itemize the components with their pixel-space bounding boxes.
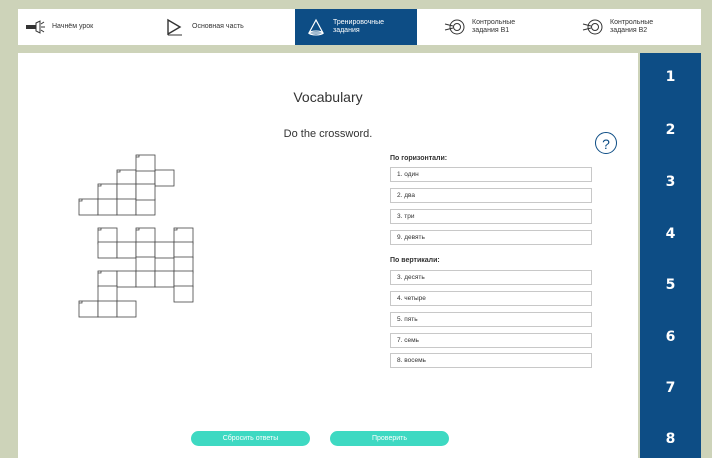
task-number-6[interactable]: 6	[640, 329, 701, 345]
crossword-cell[interactable]	[116, 300, 137, 318]
crossword-cell[interactable]	[116, 198, 137, 216]
check-button[interactable]: Проверить	[330, 431, 449, 446]
tab-label: Основная часть	[192, 23, 244, 30]
down-heading: По вертикали:	[390, 257, 440, 264]
tab-main-part[interactable]: Основная часть	[164, 9, 284, 45]
crossword-cell[interactable]	[116, 270, 137, 288]
task-number-sidebar: 1 2 3 4 5 6 7 8	[640, 53, 701, 458]
tab-label: Тренировочные задания	[333, 19, 385, 34]
clue-across-3[interactable]: 3. три	[390, 209, 592, 224]
tab-control-b1[interactable]: Контрольные задания В1	[444, 9, 564, 45]
crossword-cell[interactable]	[173, 285, 194, 303]
crossword-cell[interactable]	[135, 241, 156, 259]
clue-across-2[interactable]: 2. два	[390, 188, 592, 203]
crossword-cell[interactable]	[135, 183, 156, 201]
task-number-8[interactable]: 8	[640, 431, 701, 447]
crossword-cell[interactable]	[97, 285, 118, 303]
crossword-cell[interactable]	[116, 183, 137, 201]
task-number-3[interactable]: 3	[640, 174, 701, 190]
crossword-cell[interactable]	[154, 270, 175, 288]
clue-down-7[interactable]: 7. семь	[390, 333, 592, 348]
across-heading: По горизонтали:	[390, 155, 448, 162]
cone-icon	[307, 18, 325, 36]
crossword-cell[interactable]	[135, 198, 156, 216]
reset-answers-button[interactable]: Сбросить ответы	[191, 431, 310, 446]
crossword-cell[interactable]	[97, 300, 118, 318]
exercise-panel: Vocabulary Do the crossword. ? По горизо…	[18, 53, 638, 458]
flashlight-icon	[26, 20, 45, 34]
tab-label: Контрольные задания В2	[610, 19, 654, 34]
task-number-7[interactable]: 7	[640, 380, 701, 396]
crossword-cell[interactable]	[135, 270, 156, 288]
clue-across-9[interactable]: 9. девять	[390, 230, 592, 245]
task-number-1[interactable]: 1	[640, 69, 701, 85]
crossword-cell[interactable]	[173, 241, 194, 259]
crossword-cell[interactable]	[116, 241, 137, 259]
crossword-cell[interactable]	[154, 241, 175, 259]
target-icon	[444, 19, 465, 35]
clue-across-1[interactable]: 1. один	[390, 167, 592, 182]
crossword-cell[interactable]	[173, 270, 194, 288]
clue-down-8[interactable]: 8. восемь	[390, 353, 592, 368]
tab-label: Контрольные задания В1	[472, 19, 516, 34]
crossword-cell[interactable]	[154, 169, 175, 187]
target-icon	[582, 19, 603, 35]
task-number-5[interactable]: 5	[640, 277, 701, 293]
top-navigation: Начнём урок Основная часть Тренировочные…	[18, 9, 701, 45]
crossword-grid[interactable]	[18, 53, 258, 323]
clue-down-5[interactable]: 5. пять	[390, 312, 592, 327]
task-number-4[interactable]: 4	[640, 226, 701, 242]
clue-down-4[interactable]: 4. четыре	[390, 291, 592, 306]
tab-label: Начнём урок	[52, 23, 94, 30]
tab-control-b2[interactable]: Контрольные задания В2	[582, 9, 701, 45]
play-icon	[167, 18, 182, 36]
crossword-cell[interactable]	[97, 198, 118, 216]
crossword-cell[interactable]	[97, 241, 118, 259]
clue-down-3[interactable]: 3. десять	[390, 270, 592, 285]
tab-training-tasks[interactable]: Тренировочные задания	[295, 9, 417, 45]
task-number-2[interactable]: 2	[640, 122, 701, 138]
help-button[interactable]: ?	[595, 132, 617, 154]
tab-start-lesson[interactable]: Начнём урок	[24, 9, 134, 45]
